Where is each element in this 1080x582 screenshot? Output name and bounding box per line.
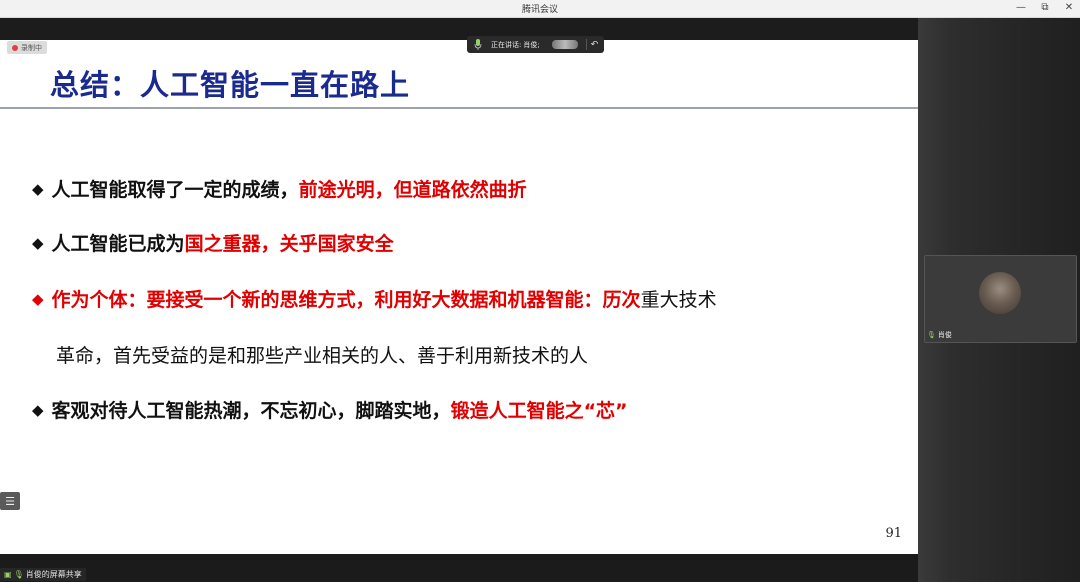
bullet-text: 人工智能已成为 (51, 233, 185, 255)
meeting-top-strip (0, 18, 918, 40)
diamond-bullet-icon: ◆ (32, 400, 44, 419)
minimize-button[interactable]: — (1016, 1, 1026, 15)
bullet-text: 重大技术 (640, 289, 717, 311)
participant-name-tag: 🎙 肖俊 (927, 330, 952, 340)
bullet-highlight: 作为个体：要接受一个新的思维方式，利用好大数据和机器智能：历次 (51, 289, 641, 311)
participant-video-tile[interactable]: 🎙 肖俊 (924, 255, 1077, 343)
bullet-text: 人工智能取得了一定的成绩， (51, 179, 299, 201)
divider (585, 39, 587, 50)
bullet-item: ◆ 作为个体：要接受一个新的思维方式，利用好大数据和机器智能：历次 重大技术 (32, 285, 717, 312)
title-divider (0, 107, 918, 109)
app-title: 腾讯会议 (521, 5, 558, 15)
close-button[interactable]: ✕ (1064, 1, 1074, 15)
bullet-item: ◆ 人工智能取得了一定的成绩， 前途光明，但道路依然曲折 (32, 175, 527, 202)
diamond-bullet-icon: ◆ (32, 179, 44, 198)
microphone-icon (471, 38, 485, 52)
recording-label: 录制中 (21, 43, 42, 52)
bullet-highlight: 关乎国家安全 (279, 233, 394, 255)
screen-share-icon: ▣ (4, 570, 12, 579)
bullet-continuation: 革命，首先受益的是和那些产业相关的人、善于利用新技术的人 (56, 345, 589, 367)
bullet-text: 客观对待人工智能热潮，不忘初心，脚踏实地， (51, 400, 451, 422)
microphone-icon: 🎙 (927, 331, 936, 339)
participant-name: 肖俊 (937, 331, 952, 339)
undo-arrow-icon[interactable]: ↶ (591, 40, 599, 50)
speaker-name: 肖俊; (523, 40, 540, 49)
microphone-icon: 🎙 (13, 570, 24, 579)
recording-badge[interactable]: 录制中 (7, 41, 47, 54)
speaker-avatars (551, 40, 578, 49)
recording-icon (12, 44, 18, 51)
bullet-highlight: 前途光明，但道路依然曲折 (298, 179, 527, 201)
bullet-highlight: 国之重器， (184, 233, 280, 255)
slide-title: 总结：人工智能一直在路上 (50, 68, 411, 102)
list-menu-button[interactable]: ☰ (0, 492, 20, 510)
speaking-indicator: 正在讲话: 肖俊; ↶ (467, 36, 604, 53)
restore-button[interactable]: ⧉ (1040, 1, 1050, 15)
bullet-item: ◆ 人工智能已成为 国之重器， 关乎国家安全 (32, 229, 394, 256)
shared-slide: 总结：人工智能一直在路上 ◆ 人工智能取得了一定的成绩， 前途光明，但道路依然曲… (0, 40, 918, 554)
bullet-item: ◆ 客观对待人工智能热潮，不忘初心，脚踏实地， 锻造人工智能之“芯” (32, 396, 628, 423)
page-number: 91 (885, 526, 902, 541)
meeting-bottom-bar (0, 554, 918, 582)
bullet-highlight: 锻造人工智能之“芯” (450, 400, 628, 422)
window-titlebar: 腾讯会议 — ⧉ ✕ (0, 0, 1080, 18)
screen-share-owner: 肖俊的屏幕共享 (25, 570, 82, 579)
diamond-bullet-icon: ◆ (32, 233, 44, 252)
window-controls: — ⧉ ✕ (1016, 1, 1074, 15)
list-icon: ☰ (5, 494, 15, 508)
diamond-bullet-icon: ◆ (32, 289, 44, 308)
participant-avatar (979, 272, 1021, 314)
screen-share-label: ▣ 🎙 肖俊的屏幕共享 (0, 568, 86, 581)
speaking-label: 正在讲话: (491, 40, 522, 49)
